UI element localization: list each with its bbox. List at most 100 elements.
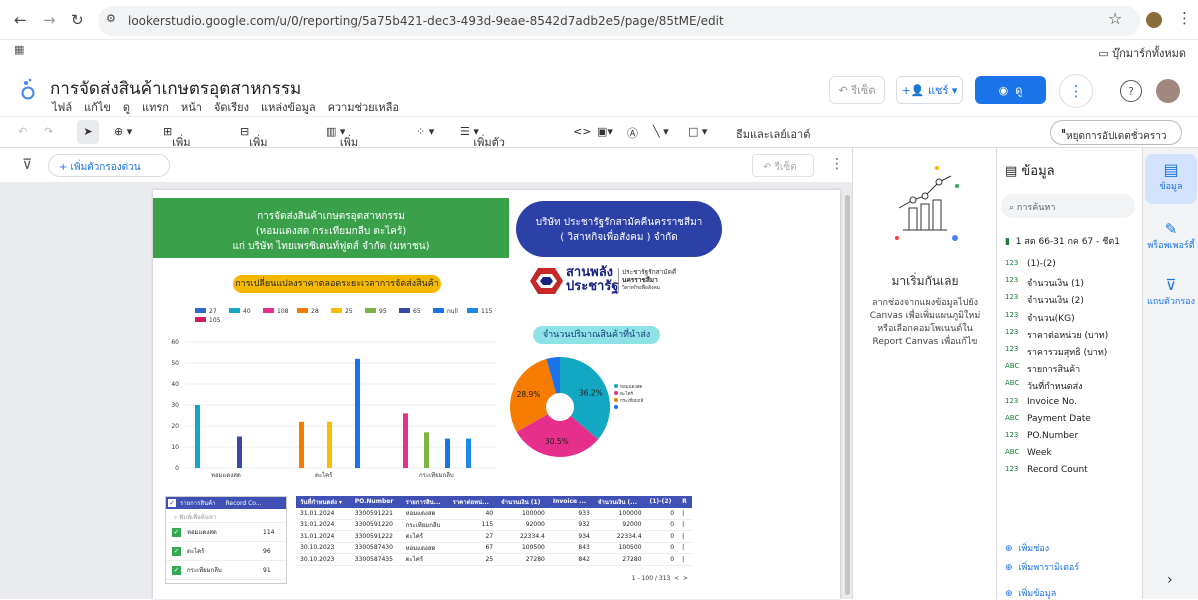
reload-icon[interactable]: ↻ <box>71 11 84 29</box>
menu-view[interactable]: ดู <box>123 98 130 116</box>
looker-studio-logo-icon[interactable] <box>21 78 35 100</box>
data-field[interactable]: 123 จำนวนเงิน (1) <box>1005 276 1084 290</box>
rail-properties-button[interactable]: ✎ พร็อพเพอร์ตี้ <box>1145 214 1197 264</box>
bar[interactable] <box>195 405 200 468</box>
bar[interactable] <box>237 436 242 469</box>
bar-chart[interactable]: 27 40 108 28 25 95 65 null 115 105 0 10 20 30 40 50 60 หอ… <box>153 302 498 482</box>
bar[interactable] <box>466 438 471 468</box>
data-field[interactable]: 123 Record Count <box>1005 465 1088 475</box>
pie-chart-title[interactable]: จำนวนปริมาณสินค้าที่นำส่ง <box>533 326 660 344</box>
menu-help[interactable]: ความช่วยเหลือ <box>328 98 399 116</box>
table-row[interactable]: 30.10.2023 3300587430 หอมแดงสด 67 100500 843 1… <box>296 542 692 554</box>
data-table[interactable]: วันที่กำหนดส่ง ▾ PO.Number รายการสิน... ราค… <box>296 496 692 584</box>
filter-row-checkbox[interactable]: ✓ <box>172 546 181 556</box>
filter-row[interactable]: ✓ หอมแดงสด 114 <box>166 523 286 542</box>
filter-reset-button[interactable]: ↶ รีเซ็ต <box>752 154 814 177</box>
menu-page[interactable]: หน้า <box>181 98 202 116</box>
text-icon[interactable]: Ⓐ <box>627 125 638 141</box>
bar[interactable] <box>355 358 360 468</box>
product-filter-control[interactable]: ✓ รายการสินค้า Record Co... ⌕ พิมพ์เพื่อ… <box>165 496 287 584</box>
address-bar[interactable]: lookerstudio.google.com/u/0/reporting/5a… <box>98 6 1140 36</box>
filter-more-icon[interactable]: ⋮ <box>830 156 844 172</box>
forward-icon[interactable]: → <box>43 11 56 29</box>
table-header-cell[interactable]: Invoice ... <box>549 496 594 508</box>
bar[interactable] <box>424 432 429 468</box>
line-icon[interactable]: ╲ ▾ <box>653 125 669 138</box>
more-options-icon[interactable]: ⋮ <box>1059 74 1093 108</box>
embed-icon[interactable]: <> <box>573 125 591 138</box>
menu-file[interactable]: ไฟล์ <box>52 98 72 116</box>
menu-arrange[interactable]: จัดเรียง <box>214 98 249 116</box>
table-row[interactable]: 31.01.2024 3300591221 หอมแดงสด 40 100000 933 1… <box>296 508 692 519</box>
filter-row-checkbox[interactable]: ✓ <box>172 565 181 575</box>
apps-icon[interactable]: ▦ <box>14 43 24 56</box>
data-field[interactable]: 123 จำนวน(KG) <box>1005 311 1075 325</box>
bar[interactable] <box>445 438 450 468</box>
rail-filters-button[interactable]: ⊽ แถบตัวกรอง <box>1145 270 1197 320</box>
menu-edit[interactable]: แก้ไข <box>84 98 111 116</box>
redo-icon[interactable]: ↷ <box>44 125 53 138</box>
data-field[interactable]: 123 PO.Number <box>1005 431 1078 441</box>
table-header-cell[interactable]: R <box>678 496 692 508</box>
pracharat-logo-icon[interactable] <box>529 266 564 296</box>
data-field[interactable]: 123 Invoice No. <box>1005 397 1077 407</box>
add-data-button-panel[interactable]: ⊕ เพิ่มข้อมูล <box>1005 586 1056 600</box>
add-field-button[interactable]: ⊕ เพิ่มช่อง <box>1005 541 1049 555</box>
theme-layout-button[interactable]: ธีมและเลย์เอาต์ <box>736 125 810 143</box>
add-parameter-button[interactable]: ⊕ เพิ่มพารามิเตอร์ <box>1005 560 1079 574</box>
filter-row[interactable]: ✓ ตะไคร้ 96 <box>166 542 286 561</box>
bar[interactable] <box>327 421 332 468</box>
canvas-scrollbar[interactable] <box>845 195 850 595</box>
data-field[interactable]: ABC รายการสินค้า <box>1005 362 1080 376</box>
filter-row-checkbox[interactable]: ✓ <box>172 527 181 537</box>
shape-icon[interactable]: □ ▾ <box>688 125 707 138</box>
help-icon[interactable]: ? <box>1120 80 1142 102</box>
user-avatar[interactable] <box>1156 79 1180 103</box>
pie-chart[interactable]: 36.2% 30.5% 28.9% หอมแดงสดตะไคร้กระเทียมกลี… <box>503 350 643 465</box>
filter-row[interactable]: ✓ กระเทียมกลีบ 91 <box>166 561 286 580</box>
table-header-cell[interactable]: ราคาต่อหน่... <box>449 496 498 508</box>
image-icon[interactable]: ▣▾ <box>597 125 613 138</box>
menu-resource[interactable]: แหล่งข้อมูล <box>261 98 316 116</box>
all-bookmarks[interactable]: ▭ บุ๊กมาร์กทั้งหมด <box>1098 44 1186 62</box>
star-icon[interactable]: ☆ <box>1108 9 1122 28</box>
add-quick-filter-button[interactable]: + เพิ่มตัวกรองด่วน <box>48 154 170 177</box>
select-all-checkbox[interactable]: ✓ <box>168 499 176 507</box>
data-field[interactable]: 123 จำนวนเงิน (2) <box>1005 293 1084 307</box>
data-field[interactable]: 123 ราคารวมสุทธิ (บาท) <box>1005 345 1107 359</box>
data-source[interactable]: ▮ 1 สต 66-31 กค 67 - ชีต1 <box>1005 234 1120 248</box>
filter-icon[interactable]: ⊽ <box>22 157 32 173</box>
table-header-cell[interactable]: PO.Number <box>351 496 402 508</box>
data-search-input[interactable]: ⌕ การค้นหา <box>1001 194 1135 218</box>
expand-icon[interactable]: › <box>1167 572 1173 588</box>
table-header-cell[interactable]: จำนวนเงิน (1) <box>497 496 549 508</box>
more-vert-icon[interactable]: ⋮ <box>1177 9 1192 27</box>
back-icon[interactable]: ← <box>14 11 27 29</box>
blue-banner[interactable]: บริษัท ประชารัฐรักสามัคคีนครราชสีมา ( วิ… <box>516 201 722 257</box>
reset-button[interactable]: ↶ รีเซ็ต <box>829 76 885 104</box>
table-row[interactable]: 31.01.2024 3300591222 ตะไคร้ 27 22334.4 934 22… <box>296 531 692 542</box>
avatar[interactable] <box>1146 12 1162 28</box>
table-header-cell[interactable]: (1)-(2) <box>646 496 679 508</box>
pause-updates-button[interactable]: ⏸ หยุดการอัปเดตชั่วคราว <box>1050 120 1182 145</box>
zoom-icon[interactable]: ⊕ ▾ <box>114 125 132 138</box>
table-header-cell[interactable]: จำนวนเงิน (... <box>594 496 646 508</box>
data-field[interactable]: ABC Payment Date <box>1005 414 1091 424</box>
select-icon[interactable]: ➤ <box>77 120 99 144</box>
filter-search-input[interactable]: ⌕ พิมพ์เพื่อค้นหา <box>166 509 286 523</box>
table-header-cell[interactable]: วันที่กำหนดส่ง ▾ <box>296 496 351 508</box>
add-chart-button[interactable]: ▥ เพิ่มแผนภูมิ ▾ <box>326 125 375 167</box>
data-field[interactable]: ABC Week <box>1005 448 1052 458</box>
community-viz-icon[interactable]: ⁘ ▾ <box>416 125 434 138</box>
table-header-cell[interactable]: รายการสิน... <box>402 496 449 508</box>
add-data-button[interactable]: ⊟ เพิ่มข้อมูล <box>240 125 277 167</box>
menu-insert[interactable]: แทรก <box>142 98 169 116</box>
data-field[interactable]: 123 (1)-(2) <box>1005 259 1056 269</box>
data-field[interactable]: ABC วันที่กำหนดส่ง <box>1005 379 1082 393</box>
undo-icon[interactable]: ↶ <box>18 125 27 138</box>
view-button[interactable]: ◉ ดู <box>975 76 1046 104</box>
bar-chart-title[interactable]: การเปลี่ยนแปลงราคาตลอดระยะเวลาการจัดส่งส… <box>233 275 441 293</box>
share-button[interactable]: +👤 แชร์ ▾ <box>896 76 963 104</box>
add-page-button[interactable]: ⊞ เพิ่มหน้า <box>163 125 193 167</box>
table-pagination[interactable]: 1 - 100 / 313 < > <box>632 575 688 582</box>
